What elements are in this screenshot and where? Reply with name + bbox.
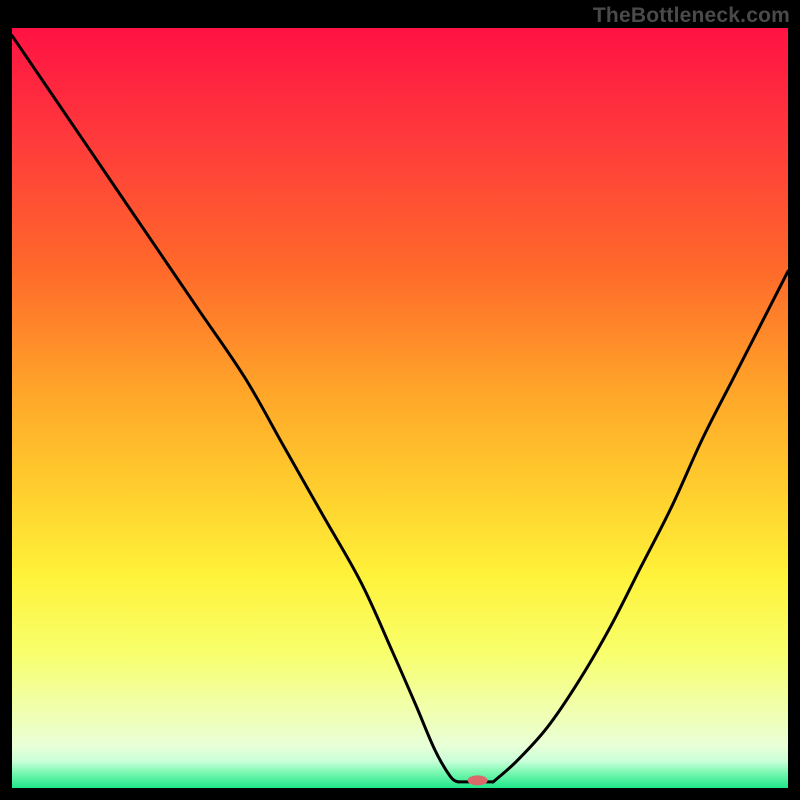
chart-svg	[12, 28, 788, 788]
plot-area	[12, 28, 788, 788]
gradient-background	[12, 28, 788, 788]
watermark-text: TheBottleneck.com	[593, 4, 790, 28]
minimum-marker	[468, 775, 488, 785]
chart-frame: TheBottleneck.com	[0, 0, 800, 800]
